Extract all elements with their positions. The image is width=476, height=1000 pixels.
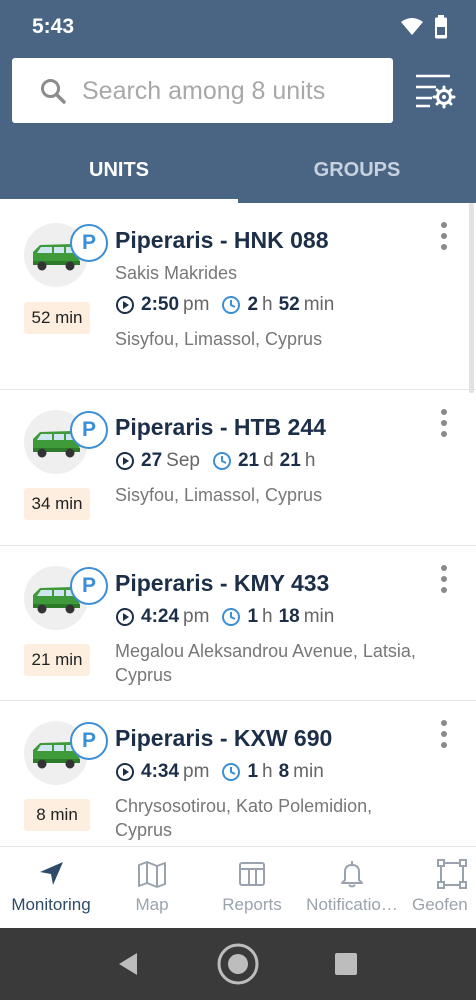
back-icon[interactable] [115,951,141,977]
search-icon [41,79,66,104]
last-message-unit: pm [183,294,210,315]
navigation-arrow-icon [40,862,63,885]
state-duration-a-unit: h [262,294,273,315]
state-duration-b: 52 [278,294,300,315]
map-icon [138,861,166,888]
nav-notifications-label: Notificatio… [306,895,398,914]
state-duration-a-unit: h [262,606,273,627]
bottom-navigation: Monitoring Map Reports Notificatio… Geof… [0,846,476,928]
unit-address: Sisyfou, Limassol, Cyprus [115,485,323,505]
tab-groups[interactable]: GROUPS [238,138,476,203]
battery-icon [435,15,447,39]
state-duration-a: 21 [237,450,260,471]
parking-status-badge: P [70,722,108,760]
clock-play-icon [116,452,134,470]
state-duration-b-unit: h [304,450,316,471]
nav-reports-label: Reports [222,895,282,914]
nav-geofences-label: Geofen [412,895,468,914]
unit-times: 4:24 pm 1h 18 min [115,606,334,628]
more-options-icon[interactable] [434,562,454,596]
nav-geofences[interactable]: Geofen [410,847,476,929]
unit-name: Piperaris - KXW 690 [115,725,333,751]
unit-card[interactable]: P 34 min Piperaris - HTB 244 27 Sep 21 d 2… [0,390,476,546]
unit-times: 2:50 pm 2h 52 min [115,294,334,316]
app-screen: 5:43 Search among 8 units UNITS GROUPS P… [0,0,476,1000]
reports-icon [239,862,265,886]
clock-icon [212,452,231,470]
unit-address: Sisyfou, Limassol, Cyprus [115,329,323,349]
status-bar: 5:43 [0,0,476,56]
state-duration-a: 2 [247,294,259,315]
app-header: 5:43 Search among 8 units UNITS GROUPS [0,0,476,203]
more-options-icon[interactable] [434,219,454,253]
nav-map-label: Map [135,895,169,914]
duration-badge: 8 min [24,799,90,831]
unit-card[interactable]: P 52 min Piperaris - HNK 088 Sakis Makri… [0,203,476,390]
state-duration-b: 18 [278,606,300,627]
unit-name: Piperaris - HTB 244 [115,414,326,440]
duration-badge: 52 min [24,302,90,334]
nav-notifications[interactable]: Notificatio… [304,847,400,929]
state-duration-b-unit: min [303,294,335,315]
state-duration-a-unit: h [262,761,273,782]
filter-settings-icon [416,74,456,109]
bell-icon [341,861,363,888]
unit-times: 4:34 pm 1h 8 min [115,761,324,783]
last-message-unit: pm [183,761,210,782]
last-message-time: 2:50 [141,294,180,315]
clock-icon [222,608,241,626]
clock-play-icon [116,296,134,314]
parking-status-badge: P [70,411,108,449]
status-time: 5:43 [32,15,75,38]
parking-status-badge: P [70,567,108,605]
system-navigation-bar [0,928,476,1000]
more-options-icon[interactable] [434,717,454,751]
clock-play-icon [116,763,134,781]
unit-name: Piperaris - KMY 433 [115,570,330,596]
unit-card[interactable]: P 8 min Piperaris - KXW 690 4:34 pm 1h 8m… [0,701,476,846]
last-message-time: 4:34 [141,761,180,782]
tab-bar: UNITS GROUPS [0,138,476,203]
more-options-icon[interactable] [434,406,454,440]
duration-badge: 21 min [24,644,90,676]
state-duration-b: 8 [278,761,290,782]
unit-card[interactable]: P 21 min Piperaris - KMY 433 4:24 pm 1h 1… [0,546,476,701]
status-icons [400,15,448,39]
state-duration-a: 1 [247,606,259,627]
nav-monitoring-label: Monitoring [11,895,91,914]
unit-address: Chrysosotirou, Kato Polemidion, Cyprus [115,796,373,840]
tab-units[interactable]: UNITS [0,138,238,203]
wifi-icon [401,18,423,35]
search-box[interactable] [12,58,393,123]
last-message-unit: Sep [166,450,200,471]
unit-list[interactable]: P 52 min Piperaris - HNK 088 Sakis Makri… [0,203,476,846]
clock-play-icon [116,608,134,626]
filter-settings-button[interactable] [412,70,456,110]
nav-map[interactable]: Map [122,847,182,929]
clock-icon [222,296,241,314]
driver-name: Sakis Makrides [115,263,238,283]
recents-icon[interactable] [334,952,358,976]
state-duration-a: 1 [247,761,259,782]
state-duration-a-unit: d [263,450,274,471]
unit-name: Piperaris - HNK 088 [115,227,329,253]
state-duration-b-unit: min [303,606,335,627]
search-input[interactable] [82,72,382,110]
last-message-time: 4:24 [141,606,180,627]
nav-reports[interactable]: Reports [218,847,286,929]
list-scrollbar[interactable] [469,203,474,393]
state-duration-b: 21 [279,450,301,471]
clock-icon [222,763,241,781]
last-message-time: 27 [141,450,163,471]
parking-status-badge: P [70,224,108,262]
nav-monitoring[interactable]: Monitoring [6,847,96,929]
geofence-icon [437,859,467,889]
last-message-unit: pm [183,606,210,627]
home-icon[interactable] [216,942,260,986]
unit-address: Megalou Aleksandrou Avenue, Latsia, Cypr… [115,641,416,685]
state-duration-b-unit: min [293,761,324,782]
unit-times: 27 Sep 21 d 21 h [115,450,315,472]
duration-badge: 34 min [24,488,90,520]
